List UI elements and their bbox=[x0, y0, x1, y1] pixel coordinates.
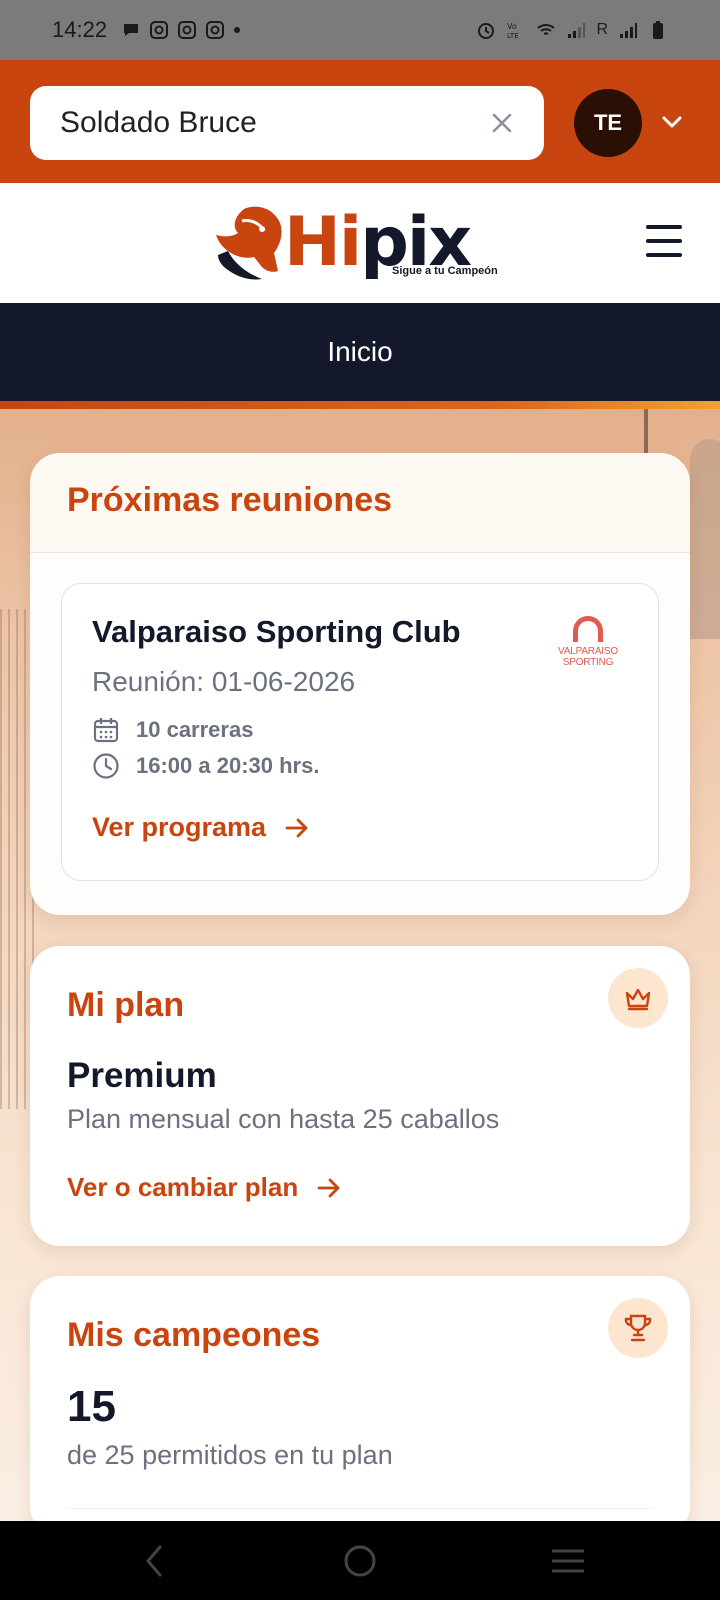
search-query[interactable]: Soldado Bruce bbox=[60, 106, 488, 140]
meeting-item[interactable]: Valparaiso Sporting Club Reunión: 01-06-… bbox=[61, 583, 659, 881]
plan-description: Plan mensual con hasta 25 caballos bbox=[67, 1104, 500, 1134]
trophy-badge bbox=[608, 1298, 668, 1358]
upcoming-meetings-header: Próximas reuniones bbox=[30, 453, 690, 553]
calendar-icon bbox=[93, 718, 119, 743]
instagram-icon bbox=[206, 21, 225, 39]
upcoming-meetings-title: Próximas reuniones bbox=[67, 481, 393, 519]
horse-head-icon bbox=[216, 206, 282, 280]
my-plan-card: Mi plan Premium Plan mensual con hasta 2… bbox=[30, 946, 690, 1246]
battery-icon bbox=[653, 21, 663, 39]
instagram-icon bbox=[150, 21, 169, 39]
nav-current-page: Inicio bbox=[0, 303, 720, 401]
back-icon[interactable] bbox=[142, 1543, 166, 1579]
instagram-icon bbox=[178, 21, 197, 39]
view-program-link[interactable]: Ver programa bbox=[92, 812, 310, 843]
meeting-date: Reunión: 01-06-2026 bbox=[92, 666, 356, 697]
notification-icons bbox=[121, 20, 241, 40]
meeting-club: Valparaiso Sporting Club bbox=[92, 614, 461, 649]
signal-icon bbox=[568, 23, 586, 38]
search-input[interactable]: Soldado Bruce bbox=[30, 86, 544, 160]
more-notifications-dot-icon bbox=[234, 27, 241, 33]
plan-name: Premium bbox=[67, 1056, 217, 1095]
wifi-icon bbox=[537, 24, 556, 35]
volte-icon: VoLTE bbox=[507, 22, 519, 40]
hamburger-menu-icon[interactable] bbox=[646, 225, 682, 257]
change-plan-link[interactable]: Ver o cambiar plan bbox=[67, 1172, 342, 1203]
card-divider bbox=[67, 1508, 653, 1509]
clear-search-icon[interactable] bbox=[488, 109, 516, 137]
chat-icon bbox=[124, 24, 139, 36]
chevron-down-icon[interactable] bbox=[660, 110, 684, 134]
nav-title: Inicio bbox=[327, 336, 393, 367]
alarm-icon bbox=[478, 23, 495, 39]
home-icon[interactable] bbox=[343, 1543, 377, 1579]
search-header: Soldado Bruce TE bbox=[0, 60, 720, 183]
brand-bar: Hipix Sigue a tu Campeón bbox=[0, 183, 720, 303]
trophy-icon bbox=[624, 1314, 652, 1342]
user-avatar[interactable]: TE bbox=[574, 89, 642, 157]
recents-icon[interactable] bbox=[550, 1543, 586, 1579]
nav-accent-stripe bbox=[0, 401, 720, 409]
signal-icon bbox=[620, 23, 637, 38]
champions-limit: de 25 permitidos en tu plan bbox=[67, 1440, 393, 1470]
system-navigation-bar bbox=[0, 1521, 720, 1600]
status-bar: 14:22 Vo LTE R bbox=[0, 0, 720, 60]
crown-badge bbox=[608, 968, 668, 1028]
status-time: 14:22 bbox=[52, 17, 108, 42]
upcoming-meetings-card: Próximas reuniones Valparaiso Sporting C… bbox=[30, 453, 690, 915]
champions-count: 15 bbox=[67, 1382, 116, 1431]
valparaiso-sporting-logo: VALPARAISO SPORTING bbox=[556, 616, 620, 672]
hipix-logo[interactable]: Hipix Sigue a tu Campeón bbox=[214, 201, 504, 285]
arrow-right-icon bbox=[285, 818, 308, 837]
svg-text:LTE: LTE bbox=[507, 32, 519, 40]
crown-icon bbox=[625, 988, 651, 1011]
svg-text:Vo: Vo bbox=[507, 22, 517, 31]
my-champions-title: Mis campeones bbox=[67, 1316, 321, 1354]
meeting-hours: 16:00 a 20:30 hrs. bbox=[92, 752, 319, 780]
meeting-races: 10 carreras bbox=[92, 716, 253, 744]
roaming-indicator: R bbox=[596, 21, 608, 38]
my-champions-card: Mis campeones 15 de 25 permitidos en tu … bbox=[30, 1276, 690, 1536]
system-status-icons: Vo LTE R bbox=[476, 20, 668, 40]
arrow-right-icon bbox=[317, 1178, 340, 1197]
logo-tagline: Sigue a tu Campeón bbox=[392, 265, 498, 277]
clock-icon bbox=[93, 753, 119, 779]
my-plan-title: Mi plan bbox=[67, 986, 185, 1024]
